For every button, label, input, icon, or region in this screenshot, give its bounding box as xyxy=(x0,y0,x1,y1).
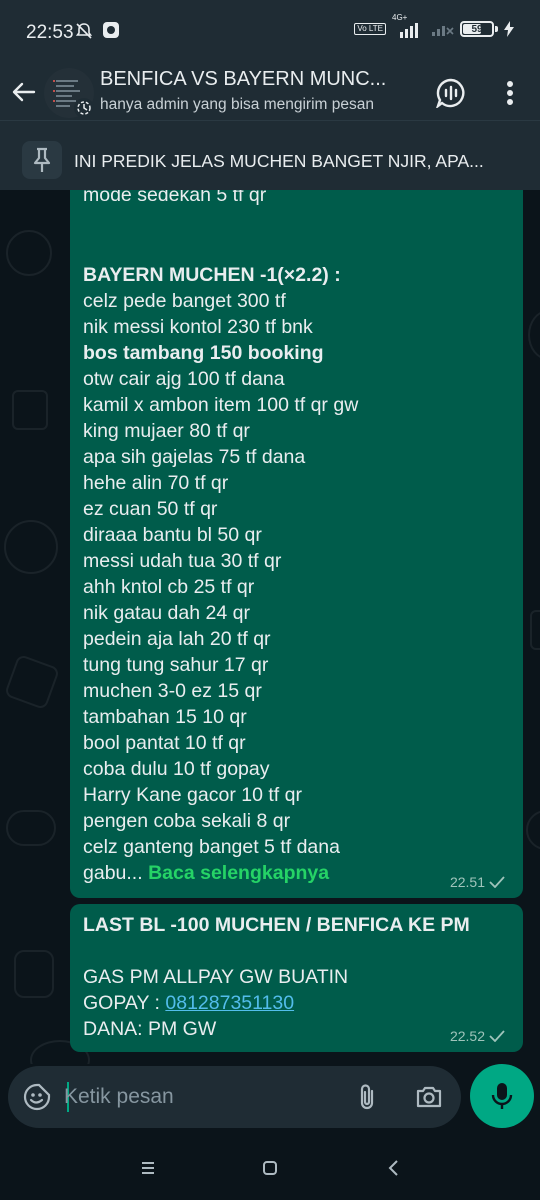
system-nav-bar xyxy=(0,1136,540,1200)
message-bubble-outgoing[interactable]: LAST BL -100 MUCHEN / BENFICA KE PM GAS … xyxy=(70,904,523,1052)
wallpaper-doodle xyxy=(528,310,540,360)
message-line: pedein aja lah 20 tf qr xyxy=(83,628,271,650)
message-line: celz ganteng banget 5 tf dana xyxy=(83,836,340,858)
camera-icon[interactable] xyxy=(414,1082,444,1112)
pinned-message-text: INI PREDIK JELAS MUCHEN BANGET NJIR, APA… xyxy=(74,151,484,171)
message-line: bos tambang 150 booking xyxy=(83,342,324,364)
message-line: kamil x ambon item 100 tf qr gw xyxy=(83,394,359,416)
app-notification-icon xyxy=(103,22,119,38)
message-timestamp: 22.52 xyxy=(449,1028,485,1044)
message-heading: BAYERN MUCHEN -1(×2.2) : xyxy=(83,264,341,286)
chat-title[interactable]: BENFICA VS BAYERN MUNC... xyxy=(100,68,420,91)
chat-subtitle: hanya admin yang bisa mengirim pesan xyxy=(100,96,374,113)
message-line: GOPAY : 081287351130 xyxy=(83,990,294,1016)
more-vert-icon[interactable] xyxy=(496,78,524,108)
message-line: king mujaer 80 tf qr xyxy=(83,420,250,442)
wallpaper-doodle xyxy=(4,520,58,574)
message-cut-line: mode sedekah 5 tf qr xyxy=(83,190,267,206)
message-line: DANA: PM GW xyxy=(83,1018,217,1040)
message-line: pengen coba sekali 8 qr xyxy=(83,810,291,832)
voice-chat-icon[interactable] xyxy=(436,78,466,108)
pinned-message-bar[interactable]: INI PREDIK JELAS MUCHEN BANGET NJIR, APA… xyxy=(0,120,540,190)
wallpaper-doodle xyxy=(3,653,61,711)
message-line: nik messi kontol 230 tf bnk xyxy=(83,316,313,338)
read-more-link[interactable]: Baca selengkapnya xyxy=(148,862,329,884)
message-truncated-line: gabu... Baca selengkapnya xyxy=(83,860,329,886)
charging-icon xyxy=(504,21,514,37)
message-line: Harry Kane gacor 10 tf qr xyxy=(83,784,302,806)
status-time: 22:53 xyxy=(26,22,74,43)
message-composer xyxy=(8,1066,461,1128)
truncated-text: gabu... xyxy=(83,862,143,884)
signal-icon: 4G+ xyxy=(392,13,424,38)
message-line: GAS PM ALLPAY GW BUATIN xyxy=(83,966,349,988)
attach-icon[interactable] xyxy=(352,1082,382,1112)
message-line: ahh kntol cb 25 tf qr xyxy=(83,576,255,598)
chat-header: BENFICA VS BAYERN MUNC... hanya admin ya… xyxy=(0,64,540,120)
message-time: 22.51 xyxy=(450,874,505,890)
message-line: celz pede banget 300 tf xyxy=(83,290,286,312)
message-timestamp: 22.51 xyxy=(449,874,485,890)
sent-check-icon xyxy=(489,1030,505,1042)
message-line: tung tung sahur 17 qr xyxy=(83,654,269,676)
volte-indicator: Vo LTE xyxy=(354,23,386,35)
battery-level: 59 xyxy=(471,23,483,35)
signal-2-icon xyxy=(432,26,454,36)
message-line: nik gatau dah 24 qr xyxy=(83,602,250,624)
status-bar: 22:53 Vo LTE 4G+ 59 xyxy=(0,0,540,64)
phone-number-link[interactable]: 081287351130 xyxy=(165,992,294,1014)
message-line: messi udah tua 30 tf qr xyxy=(83,550,282,572)
mute-bell-icon xyxy=(75,23,93,39)
wallpaper-doodle xyxy=(6,810,56,846)
mic-icon xyxy=(491,1083,513,1109)
message-line: ez cuan 50 tf qr xyxy=(83,498,218,520)
message-line: diraaa bantu bl 50 qr xyxy=(83,524,262,546)
message-line: coba dulu 10 tf gopay xyxy=(83,758,270,780)
pin-icon xyxy=(22,141,62,179)
message-input[interactable] xyxy=(64,1080,334,1114)
wallpaper-doodle xyxy=(526,810,540,850)
chat-area[interactable]: mode sedekah 5 tf qr BAYERN MUCHEN -1(×2… xyxy=(0,190,540,1064)
gopay-label: GOPAY : xyxy=(83,992,166,1014)
message-line: otw cair ajg 100 tf dana xyxy=(83,368,285,390)
message-line: muchen 3-0 ez 15 qr xyxy=(83,680,262,702)
network-type: 4G+ xyxy=(392,13,408,22)
wallpaper-doodle xyxy=(14,950,54,998)
home-icon[interactable] xyxy=(256,1154,284,1182)
message-line: apa sih gajelas 75 tf dana xyxy=(83,446,306,468)
message-line: tambahan 15 10 qr xyxy=(83,706,247,728)
back-nav-icon[interactable] xyxy=(380,1154,408,1182)
recents-icon[interactable] xyxy=(134,1154,162,1182)
message-bubble-outgoing[interactable]: mode sedekah 5 tf qr BAYERN MUCHEN -1(×2… xyxy=(70,190,523,898)
battery-icon: 59 xyxy=(460,21,494,37)
emoji-icon[interactable] xyxy=(22,1082,52,1112)
community-badge-icon xyxy=(74,98,94,118)
message-line: bool pantat 10 tf qr xyxy=(83,732,246,754)
message-heading: LAST BL -100 MUCHEN / BENFICA KE PM xyxy=(83,914,470,936)
wallpaper-doodle xyxy=(12,390,48,430)
sent-check-icon xyxy=(489,876,505,888)
voice-record-button[interactable] xyxy=(470,1064,534,1128)
back-arrow-icon[interactable] xyxy=(10,78,38,106)
message-line: hehe alin 70 tf qr xyxy=(83,472,229,494)
wallpaper-doodle xyxy=(6,230,52,276)
wallpaper-doodle xyxy=(530,610,540,650)
battery-nub xyxy=(495,26,498,32)
message-time: 22.52 xyxy=(450,1028,505,1044)
